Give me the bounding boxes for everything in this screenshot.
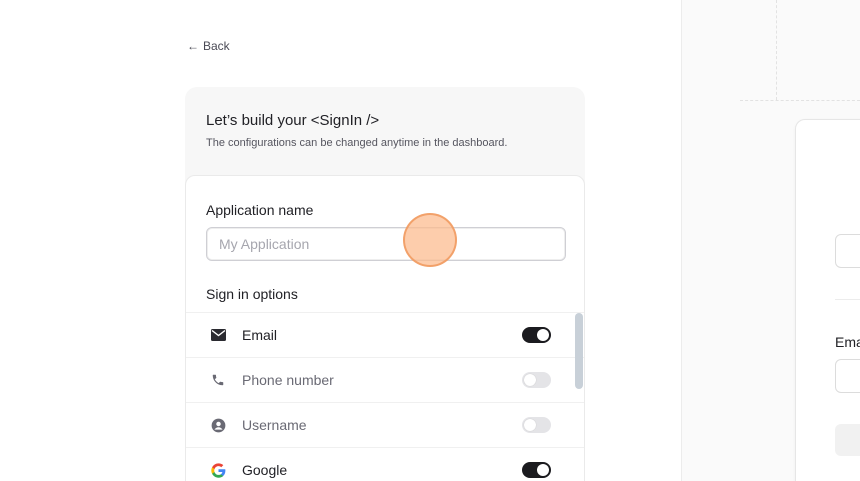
preview-guide-horizontal <box>740 100 860 101</box>
application-name-input[interactable] <box>206 227 566 261</box>
page-title: Let’s build your <SignIn /> <box>206 112 380 129</box>
arrow-left-icon: ← <box>187 39 199 53</box>
option-row-google: Google <box>186 447 584 481</box>
mail-icon <box>210 327 226 343</box>
page-subtitle: The configurations can be changed anytim… <box>206 137 508 149</box>
phone-icon <box>210 372 226 388</box>
option-row-email: Email <box>186 312 584 357</box>
preview-continue-button <box>835 424 860 456</box>
email-toggle[interactable] <box>522 327 551 343</box>
application-name-label: Application name <box>206 202 314 218</box>
preview-email-label: Email <box>835 334 860 350</box>
sign-in-options-list: Email Phone number Username Google <box>186 312 584 481</box>
option-label-email: Email <box>242 327 278 343</box>
preview-social-button <box>835 234 860 268</box>
username-toggle[interactable] <box>522 417 551 433</box>
option-label-username: Username <box>242 417 307 433</box>
preview-divider <box>835 299 860 300</box>
back-link[interactable]: ← Back <box>187 39 230 53</box>
options-scrollbar[interactable] <box>575 313 583 389</box>
option-row-phone: Phone number <box>186 357 584 402</box>
back-label: Back <box>203 39 230 53</box>
option-label-phone: Phone number <box>242 372 334 388</box>
option-label-google: Google <box>242 462 288 478</box>
phone-toggle[interactable] <box>522 372 551 388</box>
sign-in-options-label: Sign in options <box>206 286 298 302</box>
google-toggle[interactable] <box>522 462 551 478</box>
preview-email-input <box>835 359 860 393</box>
google-icon <box>210 462 226 478</box>
config-form-card: Application name Sign in options Email P… <box>185 175 585 481</box>
user-circle-icon <box>210 417 226 433</box>
option-row-username: Username <box>186 402 584 447</box>
preview-guide-vertical <box>776 0 777 100</box>
